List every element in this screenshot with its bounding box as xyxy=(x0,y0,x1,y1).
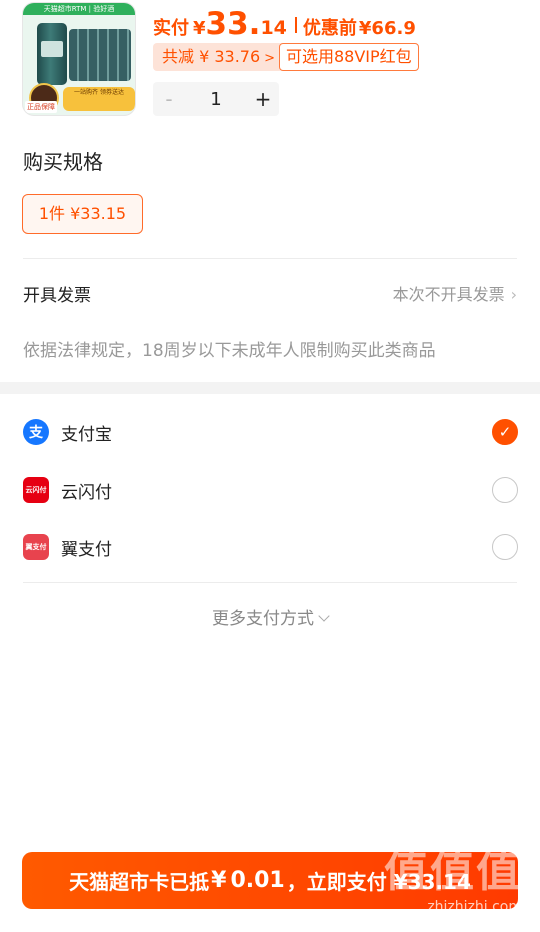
payment-option-label: 翼支付 xyxy=(61,539,112,560)
decrease-quantity-button[interactable]: - xyxy=(153,82,185,116)
bestpay-icon: 翼支付 xyxy=(23,534,49,560)
increase-quantity-button[interactable]: + xyxy=(247,82,279,116)
pay-button-card-amount: 0.01 xyxy=(230,868,285,893)
payment-option-unionpay[interactable]: 云闪付 云闪付 xyxy=(23,470,518,510)
paid-currency: ¥ xyxy=(193,18,206,39)
paid-label: 实付 xyxy=(153,18,189,39)
beer-can-image xyxy=(37,23,67,85)
genuine-guarantee-label: 正品保障 xyxy=(25,101,57,113)
quantity-stepper: - 1 + xyxy=(153,82,279,116)
payment-radio[interactable] xyxy=(492,477,518,503)
paid-amount-decimal: 14 xyxy=(260,17,287,39)
vip-red-packet-button[interactable]: 可选用88VIP红包 xyxy=(279,43,419,71)
spec-option-chip[interactable]: 1件 ¥33.15 xyxy=(22,194,143,234)
alipay-icon: 支 xyxy=(23,419,49,445)
invoice-row[interactable]: 开具发票 本次不开具发票 › xyxy=(23,275,517,311)
pay-button-currency: ¥ xyxy=(211,868,227,893)
divider xyxy=(23,582,517,583)
invoice-value: 本次不开具发票 › xyxy=(393,281,517,305)
spec-section-title: 购买规格 xyxy=(23,150,103,174)
section-separator xyxy=(0,382,540,394)
divider xyxy=(23,258,517,259)
payment-option-bestpay[interactable]: 翼支付 翼支付 xyxy=(23,527,518,567)
price-separator xyxy=(294,17,297,33)
chevron-right-icon: > xyxy=(264,51,276,66)
more-payment-label: 更多支付方式 xyxy=(212,609,314,629)
unionpay-icon: 云闪付 xyxy=(23,477,49,503)
paid-amount-integer: 33. xyxy=(205,6,261,42)
pay-now-button[interactable]: 天猫超市卡已抵 ¥0.01 ，立即支付 ¥33.14 xyxy=(22,852,518,909)
original-price: ¥66.9 xyxy=(358,18,416,39)
thumbnail-banner: 天猫超市RTM | 验好酒 xyxy=(23,3,135,15)
invoice-value-text: 本次不开具发票 xyxy=(392,285,505,304)
product-thumbnail[interactable]: 天猫超市RTM | 验好酒 一站购齐 领券送达 正品保障 xyxy=(22,2,136,116)
total-discount-label: 共减 ¥ 33.76 xyxy=(162,47,261,66)
age-restriction-note: 依据法律规定，18周岁以下未成年人限制购买此类商品 xyxy=(23,341,436,361)
chevron-down-icon xyxy=(318,610,330,622)
original-price-label: 优惠前 xyxy=(302,18,357,39)
payment-radio[interactable] xyxy=(492,534,518,560)
pay-button-suffix: ，立即支付 ¥33.14 xyxy=(286,870,471,894)
payment-option-label: 支付宝 xyxy=(61,424,112,445)
pay-button-prefix: 天猫超市卡已抵 xyxy=(69,870,210,894)
payment-option-label: 云闪付 xyxy=(61,482,112,503)
quantity-value[interactable]: 1 xyxy=(185,89,247,110)
payment-radio-checked[interactable]: ✓ xyxy=(492,419,518,445)
total-discount-button[interactable]: 共减 ¥ 33.76 > xyxy=(153,43,284,71)
payment-option-alipay[interactable]: 支 支付宝 ✓ xyxy=(23,412,518,452)
beer-case-image xyxy=(69,29,131,81)
invoice-label: 开具发票 xyxy=(23,285,91,306)
paid-price-line: 实付 ¥33.14 优惠前 ¥66.9 xyxy=(153,6,416,42)
more-payment-methods-button[interactable]: 更多支付方式 xyxy=(0,604,540,629)
thumbnail-promo-strip: 一站购齐 领券送达 xyxy=(63,87,135,111)
chevron-right-icon: › xyxy=(510,285,517,304)
